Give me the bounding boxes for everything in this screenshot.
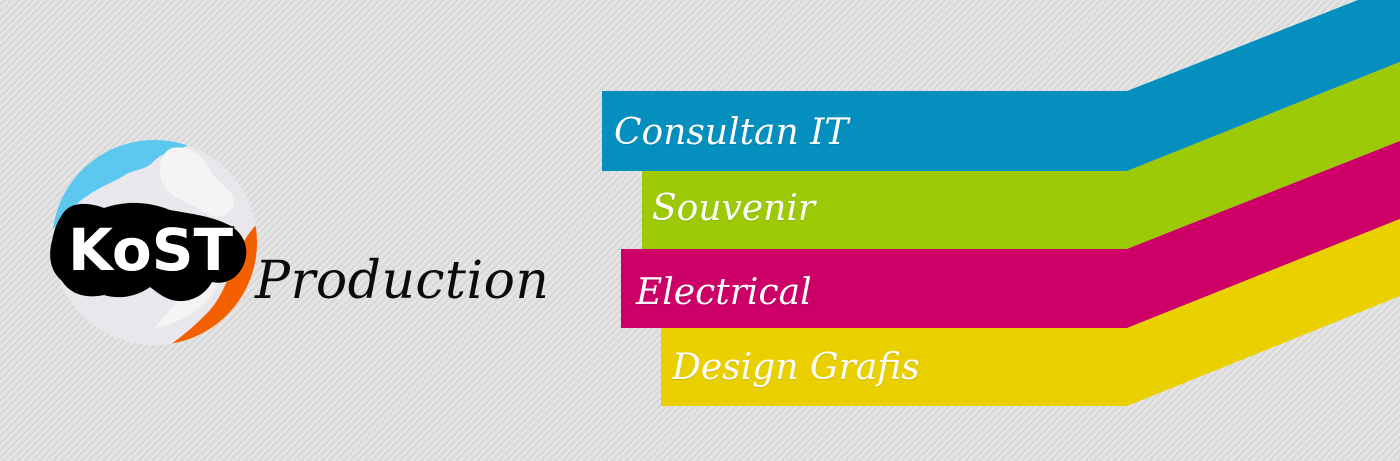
- logo: KoST: [40, 140, 270, 350]
- service-label-souvenir: Souvenir: [652, 188, 816, 229]
- production-tagline: Production: [255, 251, 550, 311]
- service-label-electrical: Electrical: [636, 272, 812, 313]
- service-label-consultan-it: Consultan IT: [614, 112, 849, 153]
- service-label-design-grafis: Design Grafis: [672, 347, 920, 388]
- logo-text: KoST: [68, 216, 234, 284]
- kost-logo-text: KoST: [50, 202, 247, 302]
